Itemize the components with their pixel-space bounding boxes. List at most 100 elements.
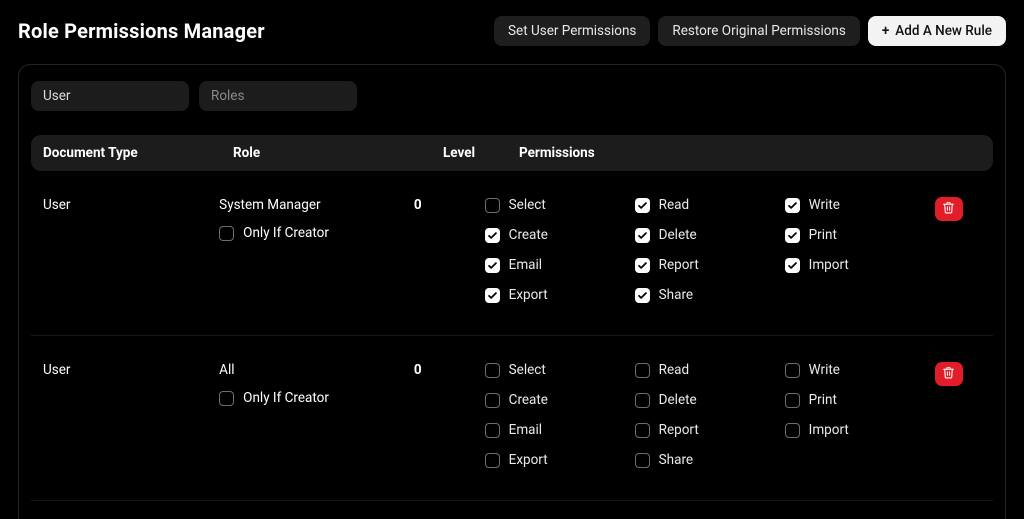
permission-label: Write [809,197,840,213]
permission-label: Write [809,362,840,378]
only-if-creator-checkbox[interactable]: Only If Creator [219,390,414,406]
only-if-creator-checkbox[interactable]: Only If Creator [219,225,414,241]
role-cell: All Only If Creator [219,362,414,468]
add-new-rule-button[interactable]: + Add A New Rule [868,16,1006,46]
delete-row-button[interactable] [935,197,963,221]
permissions-card: User Roles Document Type Role Level Perm… [18,64,1006,519]
permission-label: Delete [659,392,697,408]
checkbox-unchecked-icon [785,363,800,378]
permission-checkbox-delete[interactable]: Delete [635,392,785,408]
permission-checkbox-import[interactable]: Import [785,422,935,438]
doc-type-value: User [43,362,219,468]
checkbox-unchecked-icon [485,363,500,378]
checkbox-unchecked-icon [635,393,650,408]
permission-checkbox-select[interactable]: Select [485,197,635,213]
permission-checkbox-select[interactable]: Select [485,362,635,378]
checkbox-unchecked-icon [635,423,650,438]
permission-checkbox-export[interactable]: Export [485,287,635,303]
permission-checkbox-create[interactable]: Create [485,227,635,243]
plus-icon: + [882,23,889,39]
permission-checkbox-share[interactable]: Share [635,287,785,303]
permission-label: Read [659,197,689,213]
permission-label: Share [659,452,693,468]
doc-type-filter[interactable]: User [31,81,189,111]
permission-checkbox-delete[interactable]: Delete [635,227,785,243]
trash-icon [942,366,955,383]
permission-label: Export [509,452,548,468]
roles-filter[interactable]: Roles [199,81,357,111]
permission-row: UserAll Only If Creator0 Select Read Write Cr… [31,336,993,501]
permission-checkbox-print[interactable]: Print [785,392,935,408]
permissions-cell: Select Read Write Create Delete Print Email Rep… [481,197,935,303]
permission-checkbox-create[interactable]: Create [485,392,635,408]
permission-checkbox-read[interactable]: Read [635,197,785,213]
permission-label: Report [659,257,699,273]
checkbox-unchecked-icon [635,363,650,378]
checkbox-checked-icon [635,198,650,213]
role-value: All [219,362,414,378]
permission-checkbox-report[interactable]: Report [635,257,785,273]
filters-row: User Roles [31,81,993,111]
set-user-permissions-button[interactable]: Set User Permissions [494,16,650,46]
checkbox-unchecked-icon [485,423,500,438]
role-value: System Manager [219,197,414,213]
permission-label: Select [509,197,546,213]
doc-type-value: User [43,197,219,303]
permission-label: Email [509,422,542,438]
permission-label: Print [809,227,837,243]
checkbox-checked-icon [485,288,500,303]
level-value: 0 [414,197,481,303]
permission-checkbox-report[interactable]: Report [635,422,785,438]
checkbox-checked-icon [785,258,800,273]
role-cell: System Manager Only If Creator [219,197,414,303]
permission-label: Import [809,422,849,438]
permission-checkbox-read[interactable]: Read [635,362,785,378]
permission-checkbox-share[interactable]: Share [635,452,785,468]
restore-original-permissions-button[interactable]: Restore Original Permissions [658,16,859,46]
col-head-level: Level [443,145,515,161]
permission-checkbox-export[interactable]: Export [485,452,635,468]
permission-row: UserSystem ManagerOnly If Creator0Select… [31,171,993,336]
permission-label: Share [659,287,693,303]
permission-checkbox-email[interactable]: Email [485,422,635,438]
checkbox-checked-icon [635,228,650,243]
permission-label: Select [509,362,546,378]
checkbox-unchecked-icon [485,393,500,408]
table-header: Document Type Role Level Permissions [31,135,993,171]
checkbox-unchecked-icon [485,453,500,468]
checkbox-checked-icon [485,228,500,243]
permission-label: Report [659,422,699,438]
permission-checkbox-print[interactable]: Print [785,227,935,243]
checkbox-unchecked-icon [485,198,500,213]
delete-row-button[interactable] [935,362,963,386]
checkbox-unchecked-icon [219,226,234,241]
permission-checkbox-email[interactable]: Email [485,257,635,273]
add-rule-label: Add A New Rule [895,23,992,39]
page-title: Role Permissions Manager [18,19,265,43]
level-value: 0 [414,362,481,468]
permission-label: Email [509,257,542,273]
checkbox-checked-icon [635,288,650,303]
permission-checkbox-import[interactable]: Import [785,257,935,273]
checkbox-unchecked-icon [635,453,650,468]
permission-checkbox-write[interactable]: Write [785,362,935,378]
permission-label: Read [659,362,689,378]
col-head-role: Role [233,145,443,161]
permission-label: Delete [659,227,697,243]
permission-label: Print [809,392,837,408]
header-actions: Set User Permissions Restore Original Pe… [494,16,1006,46]
permission-label: Create [509,227,548,243]
checkbox-unchecked-icon [785,423,800,438]
col-head-doc-type: Document Type [43,145,233,161]
checkbox-checked-icon [635,258,650,273]
permission-label: Export [509,287,548,303]
checkbox-unchecked-icon [785,393,800,408]
only-if-creator-label: Only If Creator [243,225,329,241]
permission-row: UserSystem Manager1ReadWrite [31,501,993,519]
permission-checkbox-write[interactable]: Write [785,197,935,213]
permission-label: Import [809,257,849,273]
trash-icon [942,201,955,218]
permissions-cell: Select Read Write Create Delete Print Email Rep… [481,362,935,468]
col-head-permissions: Permissions [515,145,931,161]
checkbox-checked-icon [485,258,500,273]
